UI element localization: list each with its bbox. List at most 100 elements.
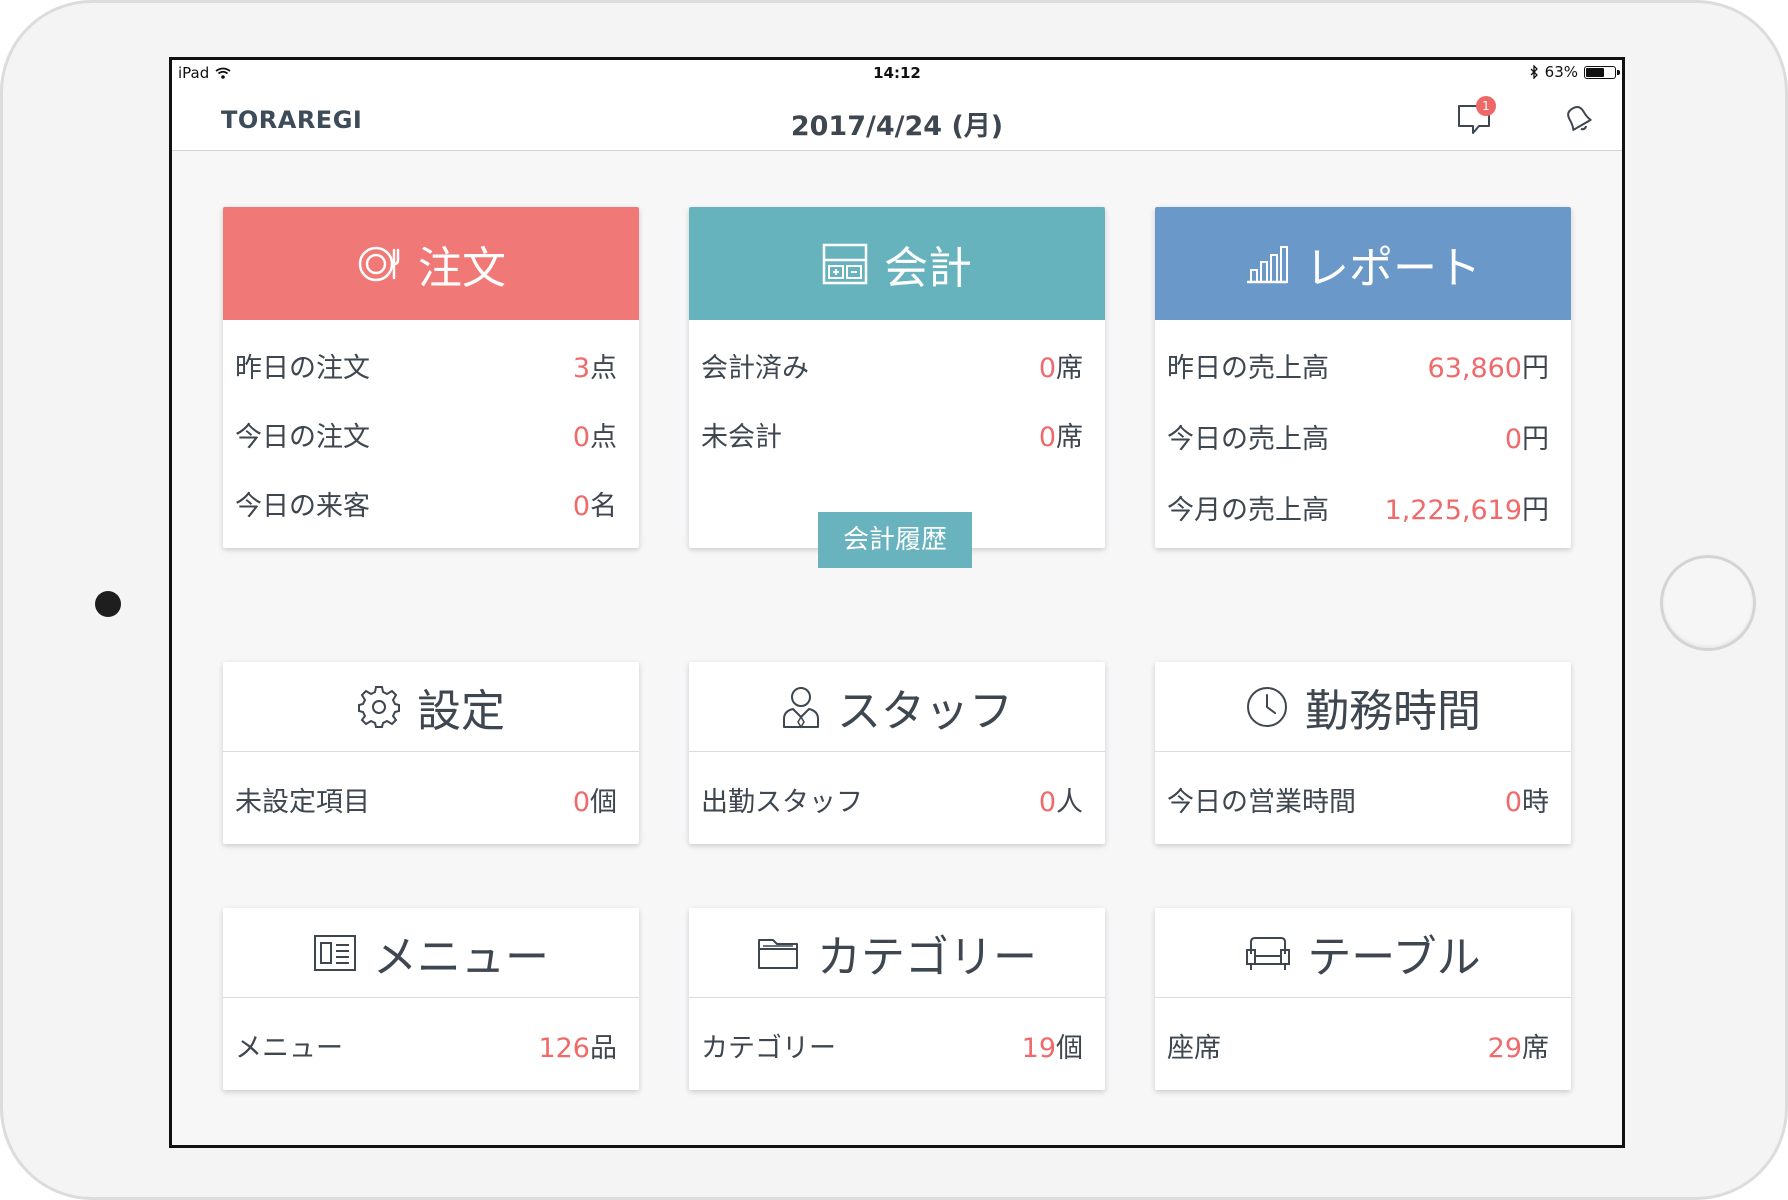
- row-unit: 個: [590, 786, 617, 818]
- front-camera: [95, 591, 121, 617]
- menu-card-title: メニュー: [373, 931, 549, 983]
- row-unit: 円: [1522, 423, 1549, 455]
- row-unit: 円: [1522, 352, 1549, 384]
- settings-card-title: 設定: [417, 685, 505, 737]
- row-label: 今日の来客: [235, 490, 370, 522]
- settings-row-unset: 未設定項目 0個: [235, 779, 617, 819]
- order-card-header[interactable]: 注文: [223, 207, 639, 320]
- battery-icon: [1584, 65, 1620, 79]
- table-card-title: テーブル: [1307, 931, 1481, 983]
- person-icon: [783, 686, 819, 728]
- worktime-card[interactable]: 勤務時間 今日の営業時間 0時: [1155, 662, 1571, 844]
- menu-card[interactable]: メニュー メニュー 126品: [223, 908, 639, 1090]
- category-row-count: カテゴリー 19個: [701, 1025, 1083, 1065]
- battery-percent: 63%: [1544, 63, 1578, 81]
- row-label: 今日の注文: [235, 421, 370, 453]
- battery-level: [1586, 67, 1604, 77]
- staff-row-on-duty: 出勤スタッフ 0人: [701, 779, 1083, 819]
- table-card-header[interactable]: テーブル: [1155, 908, 1571, 998]
- accounting-card-header[interactable]: 会計: [689, 207, 1105, 320]
- accounting-history-button[interactable]: 会計履歴: [818, 512, 972, 568]
- row-label: 座席: [1167, 1032, 1221, 1064]
- order-card[interactable]: 注文 昨日の注文 3点 今日の注文 0点 今日の来客 0名: [223, 207, 639, 548]
- order-row-yesterday: 昨日の注文 3点: [235, 345, 617, 385]
- worktime-card-header[interactable]: 勤務時間: [1155, 662, 1571, 752]
- register-icon: [822, 243, 868, 284]
- row-value: 19: [1021, 1032, 1056, 1064]
- row-label: 今日の売上高: [1167, 423, 1329, 455]
- row-value: 0: [572, 490, 590, 522]
- bar-chart-icon: [1247, 245, 1288, 283]
- accounting-row-unpaid: 未会計 0席: [701, 414, 1083, 454]
- clock-time: 14:12: [873, 64, 921, 82]
- navigation-bar: TORAREGI 2017/4/24 (月) 1: [172, 84, 1622, 151]
- settings-card-header[interactable]: 設定: [223, 662, 639, 752]
- plate-icon: [358, 246, 400, 281]
- row-value: 3: [572, 352, 590, 384]
- accounting-card[interactable]: 会計 会計済み 0席 未会計 0席 会計履歴: [689, 207, 1105, 568]
- row-unit: 席: [1056, 421, 1083, 453]
- row-unit: 名: [590, 490, 617, 522]
- staff-card-title: スタッフ: [837, 685, 1013, 737]
- staff-card[interactable]: スタッフ 出勤スタッフ 0人: [689, 662, 1105, 844]
- row-unit: 円: [1522, 494, 1549, 526]
- row-label: 今日の営業時間: [1167, 786, 1356, 818]
- table-card[interactable]: テーブル 座席 29席: [1155, 908, 1571, 1090]
- bluetooth-icon: [1530, 65, 1538, 79]
- notification-badge: 1: [1476, 96, 1496, 116]
- row-value: 0: [572, 786, 590, 818]
- accounting-card-title: 会計: [884, 242, 972, 294]
- status-bar: iPad 14:12 63%: [172, 60, 1622, 84]
- gear-icon: [358, 685, 400, 728]
- menu-book-icon: [314, 934, 356, 971]
- row-unit: 人: [1056, 786, 1083, 818]
- row-label: 未設定項目: [235, 786, 370, 818]
- report-row-yesterday-sales: 昨日の売上高 63,860円: [1167, 345, 1549, 385]
- worktime-row-business-hours: 今日の営業時間 0時: [1167, 779, 1549, 819]
- row-value: 126: [538, 1032, 590, 1064]
- report-card-header[interactable]: レポート: [1155, 207, 1571, 320]
- row-unit: 点: [590, 352, 617, 384]
- row-value: 0: [1504, 423, 1522, 455]
- row-unit: 席: [1056, 352, 1083, 384]
- row-value: 29: [1487, 1032, 1522, 1064]
- staff-card-header[interactable]: スタッフ: [689, 662, 1105, 752]
- category-card-header[interactable]: カテゴリー: [689, 908, 1105, 998]
- row-label: メニュー: [235, 1032, 343, 1064]
- page-title-date: 2017/4/24 (月): [790, 111, 1004, 142]
- row-unit: 品: [590, 1032, 617, 1064]
- row-value: 1,225,619: [1384, 494, 1522, 526]
- clock-icon: [1247, 686, 1287, 727]
- row-unit: 個: [1056, 1032, 1083, 1064]
- row-label: 未会計: [701, 421, 782, 453]
- report-row-today-sales: 今日の売上高 0円: [1167, 416, 1549, 456]
- row-label: 昨日の売上高: [1167, 352, 1329, 384]
- category-card[interactable]: カテゴリー カテゴリー 19個: [689, 908, 1105, 1090]
- worktime-card-title: 勤務時間: [1305, 685, 1481, 737]
- row-value: 0: [1038, 352, 1056, 384]
- report-card-title: レポート: [1305, 242, 1481, 294]
- row-label: 今月の売上高: [1167, 494, 1329, 526]
- order-row-today: 今日の注文 0点: [235, 414, 617, 454]
- home-button[interactable]: [1660, 555, 1756, 651]
- notifications-button[interactable]: [1558, 98, 1602, 138]
- row-label: 出勤スタッフ: [701, 786, 863, 818]
- folder-icon: [758, 938, 798, 969]
- report-row-month-sales: 今月の売上高 1,225,619円: [1167, 487, 1549, 527]
- bell-icon: [1567, 106, 1592, 131]
- order-card-title: 注文: [418, 242, 506, 294]
- order-row-visitors: 今日の来客 0名: [235, 483, 617, 523]
- row-value: 0: [1504, 786, 1522, 818]
- row-value: 0: [572, 421, 590, 453]
- row-value: 0: [1038, 421, 1056, 453]
- row-unit: 席: [1522, 1032, 1549, 1064]
- menu-row-items: メニュー 126品: [235, 1025, 617, 1065]
- report-card[interactable]: レポート 昨日の売上高 63,860円 今日の売上高 0円 今月の売上高 1,2…: [1155, 207, 1571, 548]
- table-row-seats: 座席 29席: [1167, 1025, 1549, 1065]
- messages-button[interactable]: 1: [1455, 96, 1499, 138]
- row-label: カテゴリー: [701, 1032, 836, 1064]
- ipad-frame: iPad 14:12 63% TORAREGI 2017/4/24 (月) 1 …: [0, 0, 1788, 1200]
- menu-card-header[interactable]: メニュー: [223, 908, 639, 998]
- row-label: 会計済み: [701, 352, 809, 384]
- settings-card[interactable]: 設定 未設定項目 0個: [223, 662, 639, 844]
